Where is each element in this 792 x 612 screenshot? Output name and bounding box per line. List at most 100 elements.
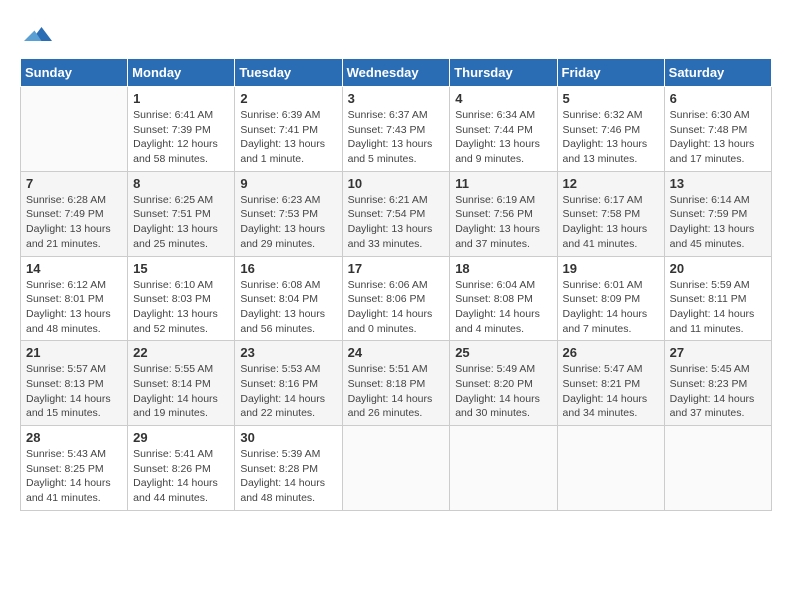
calendar-header-row: SundayMondayTuesdayWednesdayThursdayFrid… (21, 59, 772, 87)
day-number: 4 (455, 91, 551, 106)
calendar-week-4: 21Sunrise: 5:57 AMSunset: 8:13 PMDayligh… (21, 341, 772, 426)
day-number: 19 (563, 261, 659, 276)
day-number: 6 (670, 91, 766, 106)
header-monday: Monday (128, 59, 235, 87)
day-info: Sunrise: 5:53 AMSunset: 8:16 PMDaylight:… (240, 362, 336, 421)
day-info: Sunrise: 6:10 AMSunset: 8:03 PMDaylight:… (133, 278, 229, 337)
calendar-cell: 9 Sunrise: 6:23 AMSunset: 7:53 PMDaylight… (235, 171, 342, 256)
calendar-week-5: 28 Sunrise: 5:43 AMSunset: 8:25 PMDayligh… (21, 426, 772, 511)
day-info: Sunrise: 6:12 AMSunset: 8:01 PMDaylight:… (26, 278, 122, 337)
day-info: Sunrise: 5:47 AMSunset: 8:21 PMDaylight:… (563, 362, 659, 421)
day-info: Sunrise: 6:01 AMSunset: 8:09 PMDaylight:… (563, 278, 659, 337)
calendar-cell: 7Sunrise: 6:28 AMSunset: 7:49 PMDaylight… (21, 171, 128, 256)
calendar-cell (664, 426, 771, 511)
calendar-cell: 20 Sunrise: 5:59 AMSunset: 8:11 PMDayligh… (664, 256, 771, 341)
day-number: 10 (348, 176, 445, 191)
day-number: 25 (455, 345, 551, 360)
calendar-cell: 3 Sunrise: 6:37 AMSunset: 7:43 PMDaylight… (342, 87, 450, 172)
calendar-week-1: 1 Sunrise: 6:41 AMSunset: 7:39 PMDaylight… (21, 87, 772, 172)
logo (20, 20, 52, 48)
day-info: Sunrise: 5:57 AMSunset: 8:13 PMDaylight:… (26, 362, 122, 421)
calendar-week-2: 7Sunrise: 6:28 AMSunset: 7:49 PMDaylight… (21, 171, 772, 256)
day-number: 9 (240, 176, 336, 191)
calendar-cell: 2 Sunrise: 6:39 AMSunset: 7:41 PMDaylight… (235, 87, 342, 172)
day-number: 22 (133, 345, 229, 360)
day-number: 28 (26, 430, 122, 445)
day-info: Sunrise: 6:08 AMSunset: 8:04 PMDaylight:… (240, 278, 336, 337)
day-info: Sunrise: 5:45 AMSunset: 8:23 PMDaylight:… (670, 362, 766, 421)
calendar-cell: 21Sunrise: 5:57 AMSunset: 8:13 PMDayligh… (21, 341, 128, 426)
day-info: Sunrise: 6:34 AMSunset: 7:44 PMDaylight:… (455, 108, 551, 167)
day-number: 26 (563, 345, 659, 360)
header-tuesday: Tuesday (235, 59, 342, 87)
day-number: 1 (133, 91, 229, 106)
day-number: 3 (348, 91, 445, 106)
day-number: 23 (240, 345, 336, 360)
day-info: Sunrise: 5:39 AMSunset: 8:28 PMDaylight:… (240, 447, 336, 506)
calendar-cell: 27 Sunrise: 5:45 AMSunset: 8:23 PMDayligh… (664, 341, 771, 426)
day-info: Sunrise: 5:59 AMSunset: 8:11 PMDaylight:… (670, 278, 766, 337)
day-number: 14 (26, 261, 122, 276)
day-number: 24 (348, 345, 445, 360)
day-number: 7 (26, 176, 122, 191)
day-info: Sunrise: 5:55 AMSunset: 8:14 PMDaylight:… (133, 362, 229, 421)
day-info: Sunrise: 6:32 AMSunset: 7:46 PMDaylight:… (563, 108, 659, 167)
calendar-cell: 23 Sunrise: 5:53 AMSunset: 8:16 PMDayligh… (235, 341, 342, 426)
day-info: Sunrise: 6:41 AMSunset: 7:39 PMDaylight:… (133, 108, 229, 167)
calendar-cell (21, 87, 128, 172)
day-number: 2 (240, 91, 336, 106)
calendar: SundayMondayTuesdayWednesdayThursdayFrid… (20, 58, 772, 511)
calendar-cell: 22 Sunrise: 5:55 AMSunset: 8:14 PMDayligh… (128, 341, 235, 426)
day-number: 30 (240, 430, 336, 445)
page-header (20, 20, 772, 48)
day-number: 20 (670, 261, 766, 276)
day-number: 16 (240, 261, 336, 276)
calendar-cell: 14 Sunrise: 6:12 AMSunset: 8:01 PMDayligh… (21, 256, 128, 341)
day-info: Sunrise: 6:37 AMSunset: 7:43 PMDaylight:… (348, 108, 445, 167)
calendar-cell (557, 426, 664, 511)
day-info: Sunrise: 5:43 AMSunset: 8:25 PMDaylight:… (26, 447, 122, 506)
header-friday: Friday (557, 59, 664, 87)
calendar-cell: 24 Sunrise: 5:51 AMSunset: 8:18 PMDayligh… (342, 341, 450, 426)
calendar-cell (342, 426, 450, 511)
calendar-cell: 13Sunrise: 6:14 AMSunset: 7:59 PMDayligh… (664, 171, 771, 256)
calendar-cell: 5 Sunrise: 6:32 AMSunset: 7:46 PMDaylight… (557, 87, 664, 172)
day-number: 5 (563, 91, 659, 106)
day-info: Sunrise: 5:51 AMSunset: 8:18 PMDaylight:… (348, 362, 445, 421)
day-info: Sunrise: 6:06 AMSunset: 8:06 PMDaylight:… (348, 278, 445, 337)
day-number: 12 (563, 176, 659, 191)
day-info: Sunrise: 6:30 AMSunset: 7:48 PMDaylight:… (670, 108, 766, 167)
day-info: Sunrise: 5:41 AMSunset: 8:26 PMDaylight:… (133, 447, 229, 506)
day-info: Sunrise: 6:17 AMSunset: 7:58 PMDaylight:… (563, 193, 659, 252)
calendar-cell: 29Sunrise: 5:41 AMSunset: 8:26 PMDayligh… (128, 426, 235, 511)
calendar-cell: 17Sunrise: 6:06 AMSunset: 8:06 PMDayligh… (342, 256, 450, 341)
logo-icon (24, 20, 52, 48)
day-info: Sunrise: 6:21 AMSunset: 7:54 PMDaylight:… (348, 193, 445, 252)
calendar-cell: 25Sunrise: 5:49 AMSunset: 8:20 PMDayligh… (450, 341, 557, 426)
calendar-cell: 11 Sunrise: 6:19 AMSunset: 7:56 PMDayligh… (450, 171, 557, 256)
calendar-cell: 30 Sunrise: 5:39 AMSunset: 8:28 PMDayligh… (235, 426, 342, 511)
day-info: Sunrise: 6:23 AMSunset: 7:53 PMDaylight:… (240, 193, 336, 252)
day-number: 8 (133, 176, 229, 191)
day-info: Sunrise: 6:19 AMSunset: 7:56 PMDaylight:… (455, 193, 551, 252)
header-thursday: Thursday (450, 59, 557, 87)
calendar-cell (450, 426, 557, 511)
calendar-cell: 19 Sunrise: 6:01 AMSunset: 8:09 PMDayligh… (557, 256, 664, 341)
calendar-cell: 6 Sunrise: 6:30 AMSunset: 7:48 PMDaylight… (664, 87, 771, 172)
header-saturday: Saturday (664, 59, 771, 87)
calendar-cell: 28 Sunrise: 5:43 AMSunset: 8:25 PMDayligh… (21, 426, 128, 511)
calendar-cell: 26 Sunrise: 5:47 AMSunset: 8:21 PMDayligh… (557, 341, 664, 426)
header-wednesday: Wednesday (342, 59, 450, 87)
day-number: 27 (670, 345, 766, 360)
day-info: Sunrise: 6:39 AMSunset: 7:41 PMDaylight:… (240, 108, 336, 167)
day-info: Sunrise: 6:14 AMSunset: 7:59 PMDaylight:… (670, 193, 766, 252)
calendar-cell: 1 Sunrise: 6:41 AMSunset: 7:39 PMDaylight… (128, 87, 235, 172)
calendar-cell: 12 Sunrise: 6:17 AMSunset: 7:58 PMDayligh… (557, 171, 664, 256)
calendar-week-3: 14 Sunrise: 6:12 AMSunset: 8:01 PMDayligh… (21, 256, 772, 341)
calendar-cell: 15 Sunrise: 6:10 AMSunset: 8:03 PMDayligh… (128, 256, 235, 341)
header-sunday: Sunday (21, 59, 128, 87)
day-number: 11 (455, 176, 551, 191)
calendar-cell: 8Sunrise: 6:25 AMSunset: 7:51 PMDaylight… (128, 171, 235, 256)
day-number: 15 (133, 261, 229, 276)
day-info: Sunrise: 6:04 AMSunset: 8:08 PMDaylight:… (455, 278, 551, 337)
